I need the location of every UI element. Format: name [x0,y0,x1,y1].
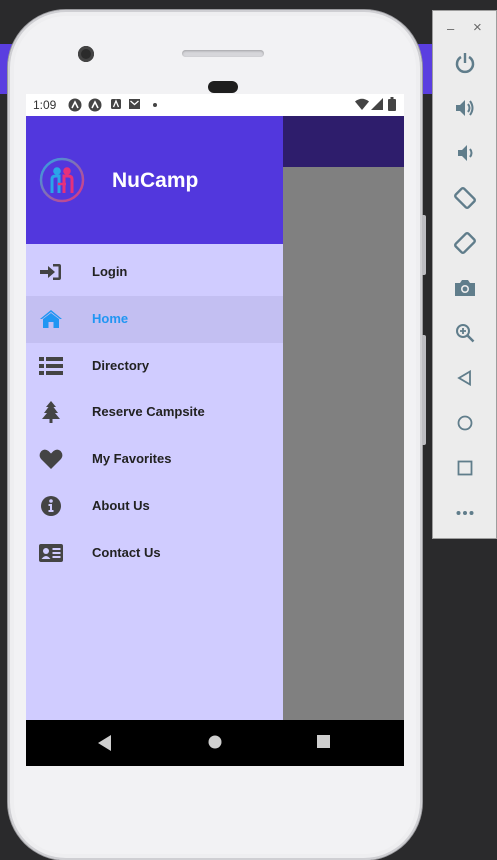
rotate-right-button[interactable] [452,230,478,256]
home-icon [457,415,473,431]
more-options-button[interactable] [452,500,478,526]
more-icon [456,511,474,515]
app-header [283,116,404,167]
device-side-button [422,335,426,445]
rotate-left-button[interactable] [452,185,478,211]
drawer-item-label: Login [92,264,128,279]
zoom-icon [456,324,475,343]
drawer-item-contact-us[interactable]: Contact Us [26,530,283,577]
drawer-item-login[interactable]: Login [26,249,283,296]
overview-icon [457,460,473,476]
drawer-item-about-us[interactable]: About Us [26,483,283,530]
drawer-item-label: Contact Us [92,544,161,560]
dot-icon [153,103,157,107]
drawer-item-label: Directory [92,357,150,373]
volume-up-icon [456,100,474,116]
info-icon [39,495,63,517]
drawer-scrim[interactable] [283,167,404,720]
drawer-item-label: Reserve Campsite [92,404,205,420]
camera-icon [455,280,475,296]
drawer-item-home[interactable]: Home [26,295,283,343]
status-time: 1:09 [33,98,57,112]
screenshot-button[interactable] [452,275,478,301]
device-screen: 1:09 NuCamp Login Home Directory Reserve… [26,94,404,766]
drawer-item-directory[interactable]: Directory [26,343,283,390]
drawer-header: NuCamp [26,116,283,244]
emulator-back-button[interactable] [452,365,478,391]
back-icon [457,370,471,386]
address-card-icon [39,542,63,564]
zoom-button[interactable] [452,320,478,346]
nucamp-logo [39,157,85,203]
signal-icon [371,98,383,110]
minimize-icon[interactable]: – [447,21,454,36]
wifi-icon [355,98,369,110]
rotate-left-icon [454,187,476,209]
back-icon[interactable] [98,735,112,751]
rotate-right-icon [454,232,476,254]
emulator-home-button[interactable] [452,410,478,436]
front-camera [78,46,94,62]
drawer-item-my-favorites[interactable]: My Favorites [26,436,283,483]
a-badge-icon [111,99,121,109]
volume-down-button[interactable] [452,140,478,166]
status-bar: 1:09 [26,94,404,116]
drawer-menu: Login Home Directory Reserve Campsite My… [26,249,283,577]
volume-up-button[interactable] [452,95,478,121]
emulator-toolbar: – × [432,10,497,539]
heart-icon [39,448,63,470]
home-icon[interactable] [208,735,222,749]
navigation-drawer: NuCamp Login Home Directory Reserve Camp… [26,116,283,720]
power-icon [455,53,475,74]
battery-icon [388,97,396,111]
recents-icon[interactable] [317,735,330,748]
speaker-grille [182,50,264,57]
tree-icon [39,401,63,424]
device-side-button [422,215,426,275]
emulator-overview-button[interactable] [452,455,478,481]
home-icon [39,308,63,330]
app-name: NuCamp [112,169,199,192]
power-button[interactable] [452,50,478,76]
list-icon [39,355,63,377]
drawer-item-label: My Favorites [92,451,172,467]
gmail-icon [129,99,140,109]
earpiece [208,81,238,93]
drawer-item-label: Home [92,310,129,326]
close-icon[interactable]: × [473,19,482,36]
app-icon [68,98,82,112]
drawer-item-label: About Us [92,497,150,513]
volume-down-icon [458,145,473,161]
system-nav-bar [26,720,404,766]
app-icon [88,98,102,112]
sign-in-icon [39,261,63,283]
drawer-item-reserve-campsite[interactable]: Reserve Campsite [26,389,283,436]
